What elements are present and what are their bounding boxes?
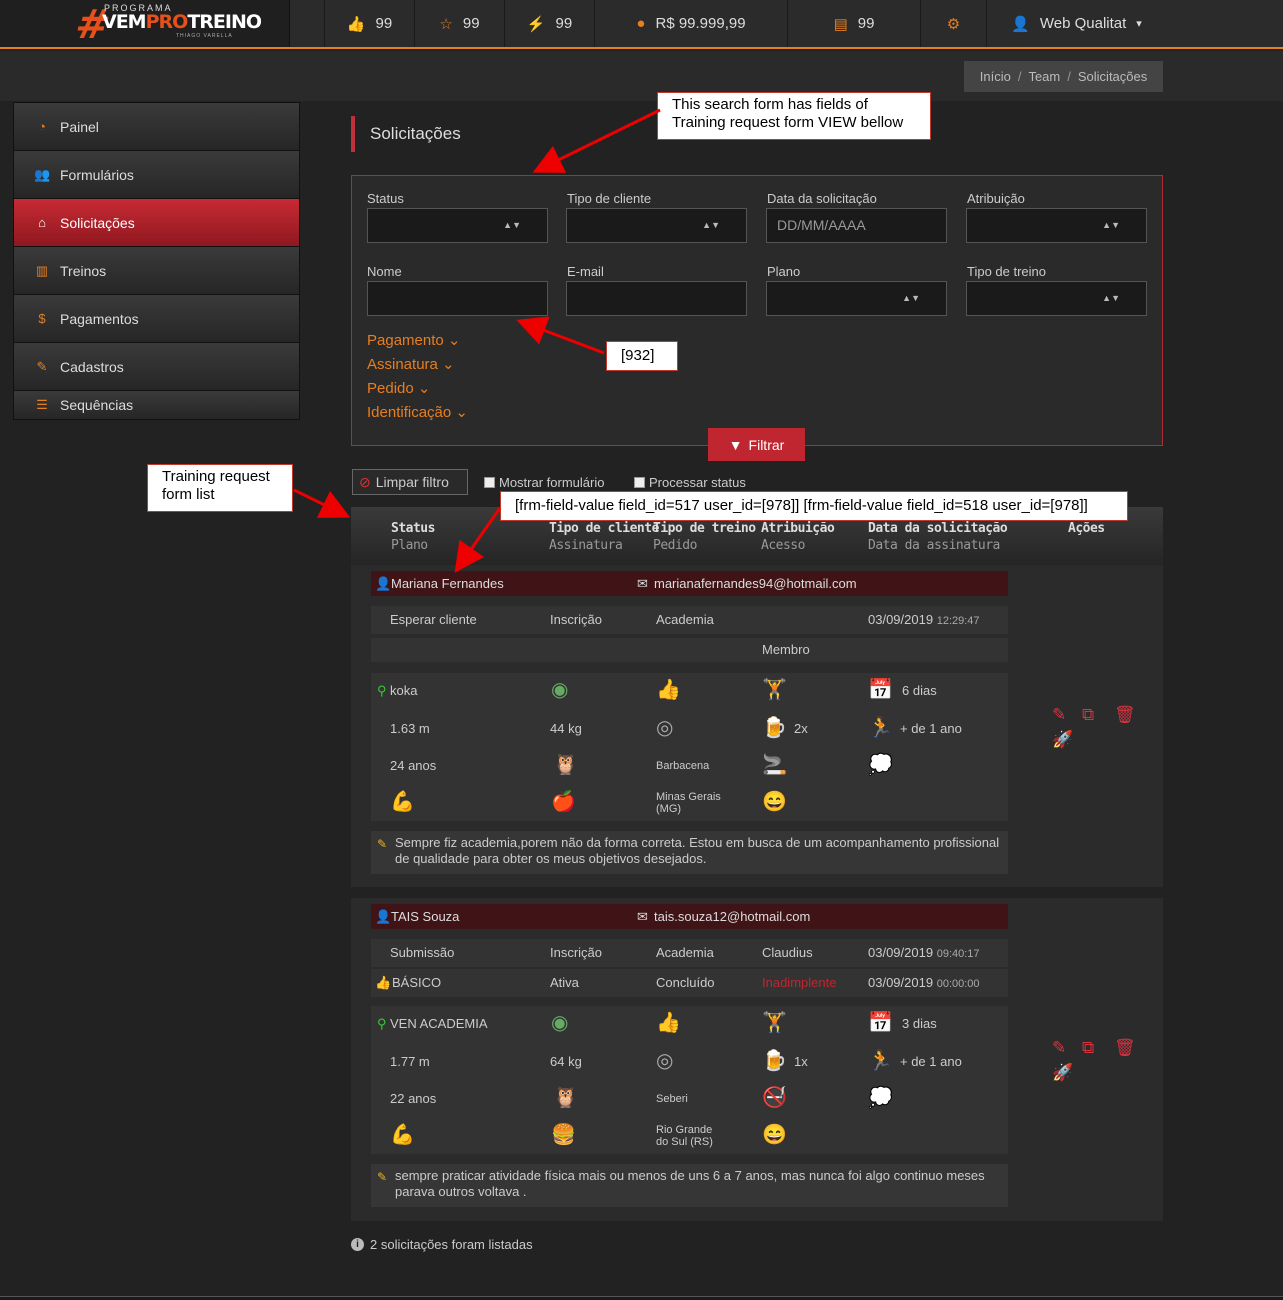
arrow-list — [293, 488, 351, 518]
arrow-shortcode — [454, 507, 502, 573]
annotation-arrows — [293, 108, 661, 573]
arrow-field-id — [516, 316, 605, 355]
arrow-search-form — [532, 108, 661, 173]
